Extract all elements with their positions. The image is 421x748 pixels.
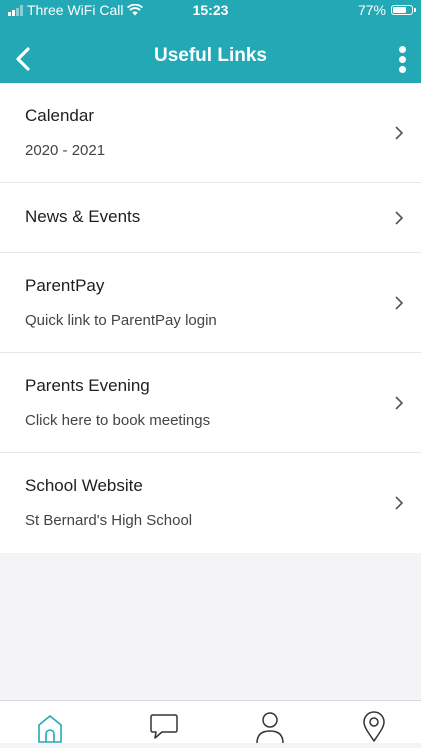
chevron-right-icon [395, 395, 404, 410]
link-title: Calendar [25, 106, 94, 125]
link-title: News & Events [25, 207, 141, 226]
link-row-news-events[interactable]: News & Events [0, 183, 421, 253]
home-icon [38, 715, 62, 743]
app-header: Three WiFi Call 15:23 77% Useful Links [0, 0, 421, 83]
link-title: Parents Evening [25, 376, 150, 395]
battery-icon [391, 5, 416, 15]
links-list: Calendar 2020 - 2021 News & Events Paren… [0, 83, 421, 553]
link-title: ParentPay [25, 276, 105, 295]
nav-bar: Useful Links [0, 34, 421, 83]
more-options-button[interactable] [389, 42, 415, 76]
location-pin-icon [363, 711, 385, 742]
link-subtitle: St Bernard's High School [25, 512, 193, 529]
link-subtitle: Quick link to ParentPay login [25, 312, 217, 329]
link-row-parentpay[interactable]: ParentPay Quick link to ParentPay login [0, 253, 421, 353]
chat-icon [150, 714, 178, 739]
menu-dot [398, 65, 406, 73]
link-title: School Website [25, 476, 143, 495]
tab-profile[interactable] [254, 711, 286, 744]
link-subtitle: Click here to book meetings [25, 412, 211, 429]
tab-bar [0, 700, 421, 744]
tab-home[interactable] [34, 711, 66, 743]
chevron-right-icon [395, 125, 404, 140]
link-row-school-website[interactable]: School Website St Bernard's High School [0, 453, 421, 553]
link-subtitle: 2020 - 2021 [25, 142, 106, 159]
page-title: Useful Links [154, 45, 267, 66]
tab-location[interactable] [358, 711, 390, 743]
battery-level [393, 7, 406, 13]
menu-dot [398, 45, 406, 53]
battery-status: 77% [357, 2, 416, 18]
battery-percent: 77% [357, 2, 386, 18]
chevron-left-icon [16, 47, 30, 71]
menu-dot [398, 55, 406, 63]
link-row-calendar[interactable]: Calendar 2020 - 2021 [0, 83, 421, 183]
link-row-parents-evening[interactable]: Parents Evening Click here to book meeti… [0, 353, 421, 453]
tab-messages[interactable] [148, 711, 180, 743]
back-button[interactable] [8, 42, 42, 76]
chevron-right-icon [395, 295, 404, 310]
profile-icon [256, 712, 284, 744]
chevron-right-icon [395, 210, 404, 225]
chevron-right-icon [395, 496, 404, 510]
status-bar: Three WiFi Call 15:23 77% [0, 0, 421, 34]
